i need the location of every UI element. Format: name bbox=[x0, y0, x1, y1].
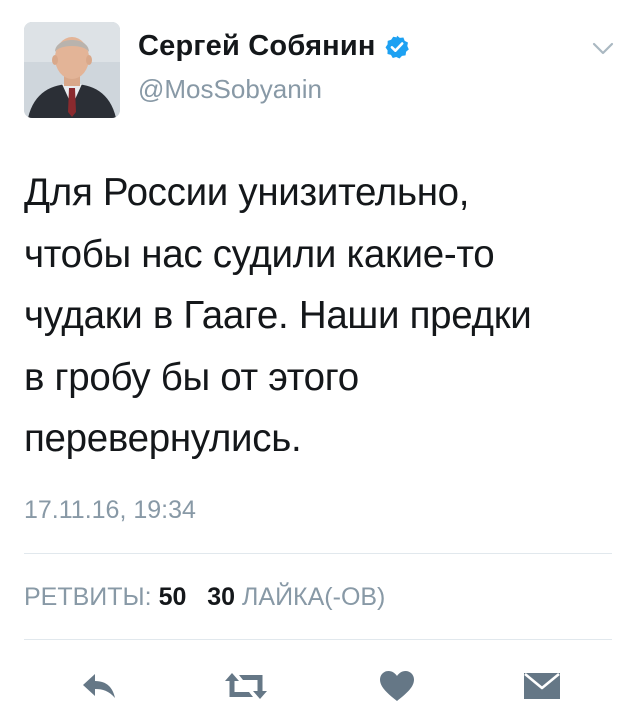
tweet-card: Сергей Собянин @MosSobyanin Для России у… bbox=[0, 0, 617, 725]
heart-icon bbox=[380, 671, 414, 701]
retweet-button[interactable] bbox=[216, 664, 276, 708]
tweet-text-line: чудаки в Гааге. Наши предки bbox=[24, 294, 532, 337]
tweet-timestamp[interactable]: 17.11.16, 19:34 bbox=[24, 496, 196, 525]
author-name-row[interactable]: Сергей Собянин bbox=[138, 30, 410, 63]
tweet-stats: РЕТВИТЫ: 50 30 ЛАЙКА(-ОВ) bbox=[24, 583, 385, 612]
avatar[interactable] bbox=[24, 22, 120, 118]
divider bbox=[24, 639, 612, 640]
chevron-down-icon[interactable] bbox=[592, 42, 614, 56]
tweet-text-line: перевернулись. bbox=[24, 417, 302, 460]
tweet-text-line: в гробу бы от этого bbox=[24, 355, 359, 399]
retweets-count[interactable]: 50 bbox=[159, 583, 187, 611]
tweet-text: Для России унизительно, чтобы нас судили… bbox=[24, 162, 604, 470]
retweets-label: РЕТВИТЫ: bbox=[24, 583, 152, 611]
direct-message-button[interactable] bbox=[517, 664, 567, 708]
likes-label: ЛАЙКА(-ОВ) bbox=[242, 583, 386, 611]
reply-button[interactable] bbox=[75, 664, 125, 708]
tweet-text-line: чтобы нас судили какие-то bbox=[24, 232, 495, 276]
like-button[interactable] bbox=[372, 664, 422, 708]
author-name[interactable]: Сергей Собянин bbox=[138, 30, 376, 63]
tweet-text-line: Для России унизительно, bbox=[24, 171, 470, 214]
verified-badge-icon bbox=[385, 35, 409, 58]
likes-count[interactable]: 30 bbox=[207, 583, 235, 611]
action-bar bbox=[0, 664, 617, 708]
envelope-icon bbox=[524, 672, 560, 699]
divider bbox=[24, 553, 612, 554]
author-handle[interactable]: @MosSobyanin bbox=[138, 74, 322, 105]
reply-icon bbox=[83, 674, 115, 698]
retweet-icon bbox=[225, 673, 267, 699]
